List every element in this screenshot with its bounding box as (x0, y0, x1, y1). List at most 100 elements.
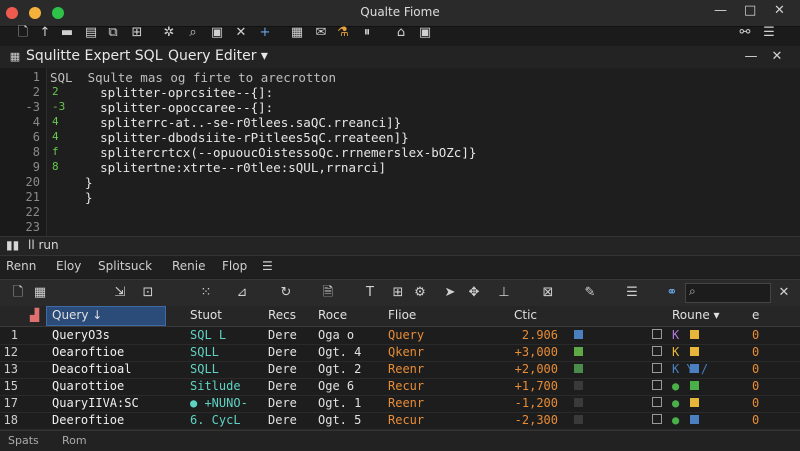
home-icon[interactable]: ⌂ (392, 24, 410, 42)
cell-query: Quarottioe (52, 379, 125, 393)
table-row[interactable]: 13 Deacoftioal SQLL Dere Ogt. 2 Reenr +2,000 0 K… (0, 361, 800, 379)
grid-tool-icon[interactable]: ⊞ (128, 24, 146, 42)
fold-marker[interactable]: 2 (52, 85, 68, 98)
fold-marker[interactable]: f (52, 145, 68, 158)
cell-flioe: Reenr (388, 362, 425, 376)
code-line[interactable]: SQL Squlte mas og firte to arecrotton (50, 70, 336, 85)
fold-marker[interactable]: 4 (52, 115, 68, 128)
code-line[interactable]: splitter-dbodsiite-rPitlees5qC.rreateen]… (70, 130, 409, 145)
gear-icon[interactable]: ⚙ (410, 284, 430, 302)
export-icon[interactable]: ⇲ (110, 284, 130, 302)
menu-item-renn[interactable]: Renn (6, 259, 36, 273)
menu-icon[interactable]: ☰ (760, 24, 778, 42)
cell-roce: Oga o (318, 328, 355, 342)
cell-flioe: Recur (388, 413, 425, 427)
save-icon[interactable]: ▤ (82, 24, 100, 42)
row-checkbox[interactable] (652, 329, 662, 339)
column-header-roune[interactable]: Roune ▾ (672, 308, 720, 322)
cell-flioe: Reenr (388, 396, 425, 410)
new-file-icon[interactable]: 🗋 (14, 24, 32, 42)
close-search-icon[interactable]: ✕ (774, 284, 794, 302)
upload-icon[interactable]: ↑ (36, 24, 54, 42)
dots-icon[interactable]: ⁙ (196, 284, 216, 302)
query-editor-dropdown[interactable]: Query Editer ▾ (168, 48, 268, 64)
column-header-recs[interactable]: Recs (268, 308, 296, 322)
mail-icon[interactable]: ✉ (312, 24, 330, 42)
column-header-roce[interactable]: Roce (318, 308, 347, 322)
pointer-icon[interactable]: ➤ (440, 284, 460, 302)
maximize-icon[interactable]: □ (744, 3, 756, 18)
column-header-flioe[interactable]: Flioe (388, 308, 416, 322)
add-icon[interactable]: + (256, 24, 274, 42)
menu-item-renie[interactable]: Renie (172, 259, 206, 273)
image-icon[interactable]: ▣ (208, 24, 226, 42)
menu-item-splitsuck[interactable]: Splitsuck (98, 259, 152, 273)
row-checkbox[interactable] (652, 363, 662, 373)
menu-item-eloy[interactable]: Eloy (56, 259, 81, 273)
cell-stuot: SQL L (190, 328, 227, 342)
copy-icon[interactable]: ⧉ (104, 24, 122, 42)
search-input[interactable]: ⌕ (685, 283, 771, 303)
code-line[interactable]: } (70, 175, 93, 190)
window-icon[interactable]: ▣ (416, 24, 434, 42)
fold-marker[interactable]: 8 (52, 160, 68, 173)
list-icon[interactable]: ☰ (262, 259, 273, 273)
code-editor[interactable]: 1 SQL Squlte mas og firte to arecrotton 2 2… (0, 68, 800, 236)
line-number: 21 (25, 190, 40, 204)
code-line[interactable]: } (70, 190, 93, 205)
code-line[interactable]: splitercrtcx(--opuoucOistessoQc.rrnemers… (70, 145, 476, 160)
code-line[interactable]: splitertne:xtrte--r0tlee:sQUL,rrnarci] (70, 160, 386, 175)
row-checkbox[interactable] (652, 414, 662, 424)
run-icon[interactable]: ✲ (160, 24, 178, 42)
folder-icon[interactable]: ▬ (58, 24, 76, 42)
menu-item-flop[interactable]: Flop (222, 259, 247, 273)
row-checkbox[interactable] (652, 397, 662, 407)
grid-small-icon[interactable]: ▦ (30, 284, 50, 302)
move-icon[interactable]: ✥ (464, 284, 484, 302)
table-icon[interactable]: ▦ (288, 24, 306, 42)
row-marker-icon: ▟ (30, 308, 40, 322)
window-title: Qualte Fiome (360, 5, 440, 19)
pause-icon[interactable]: ⏸ (358, 24, 376, 42)
column-header-ctic[interactable]: Ctic (514, 308, 537, 322)
calendar-icon[interactable]: ⊞ (388, 284, 408, 302)
refresh-icon[interactable]: ↻ (276, 284, 296, 302)
brush-icon[interactable]: ⚗ (334, 24, 352, 42)
document-icon[interactable]: 🗋 (8, 284, 28, 302)
line-number: 22 (25, 205, 40, 219)
table-row[interactable]: 17 QuaryIIVA:SC ● +NUNO- Dere Ogt. 1 Reenr -1,… (0, 395, 800, 413)
column-header-query[interactable]: Query ↓ (52, 308, 102, 322)
column-header-stuot[interactable]: Stuot (190, 308, 222, 322)
row-checkbox[interactable] (652, 380, 662, 390)
code-line[interactable]: splitter-oprcsitee--{]: (70, 85, 273, 100)
code-line[interactable]: splitter-opoccaree--{]: (70, 100, 273, 115)
chart-icon[interactable]: ⊿ (232, 284, 252, 302)
link-icon[interactable]: ⚯ (736, 24, 754, 42)
tools-icon[interactable]: ✕ (232, 24, 250, 42)
cell-ctic: 2.906 (521, 328, 558, 342)
code-line[interactable]: spliterrc-at..-se-r0tlees.saQC.rreanci]} (70, 115, 401, 130)
table-row[interactable]: 18 Deeroftioe 6. CycL Dere Ogt. 5 Recur -2,300… (0, 412, 800, 430)
frame-icon[interactable]: ⊡ (138, 284, 158, 302)
search-icon[interactable]: ⌕ (184, 24, 202, 42)
fold-marker[interactable]: -3 (52, 100, 68, 113)
page-icon[interactable]: 🗎 (318, 284, 338, 302)
close-icon[interactable]: ✕ (774, 3, 785, 18)
column-header-e[interactable]: e (752, 308, 759, 322)
text-icon[interactable]: T (360, 284, 380, 302)
table-row[interactable]: 15 Quarottioe Sitlude Dere Oge 6 Recur +1,700 0… (0, 378, 800, 396)
list-edit-icon[interactable]: ☰ (622, 284, 642, 302)
minimize-icon[interactable]: — (714, 3, 727, 18)
align-icon[interactable]: ⊥ (494, 284, 514, 302)
close-panel-icon[interactable]: ✕ (768, 48, 786, 66)
network-icon[interactable]: ⚭ (662, 284, 682, 302)
row-checkbox[interactable] (652, 346, 662, 356)
cell-roune: ● (672, 379, 680, 393)
pin-icon[interactable]: — (742, 48, 760, 66)
table-row[interactable]: 12 Oearoftioe SQLL Dere Ogt. 4 Qkenr +3,000 0 K (0, 344, 800, 362)
table-row[interactable]: 1 QueryO3s SQL L Dere Oga o Query 2.906 0 K (0, 327, 800, 345)
edit-icon[interactable]: ✎ (580, 284, 600, 302)
box-icon[interactable]: ⊠ (538, 284, 558, 302)
fold-marker[interactable]: 4 (52, 130, 68, 143)
cell-e: 0 (752, 345, 760, 359)
